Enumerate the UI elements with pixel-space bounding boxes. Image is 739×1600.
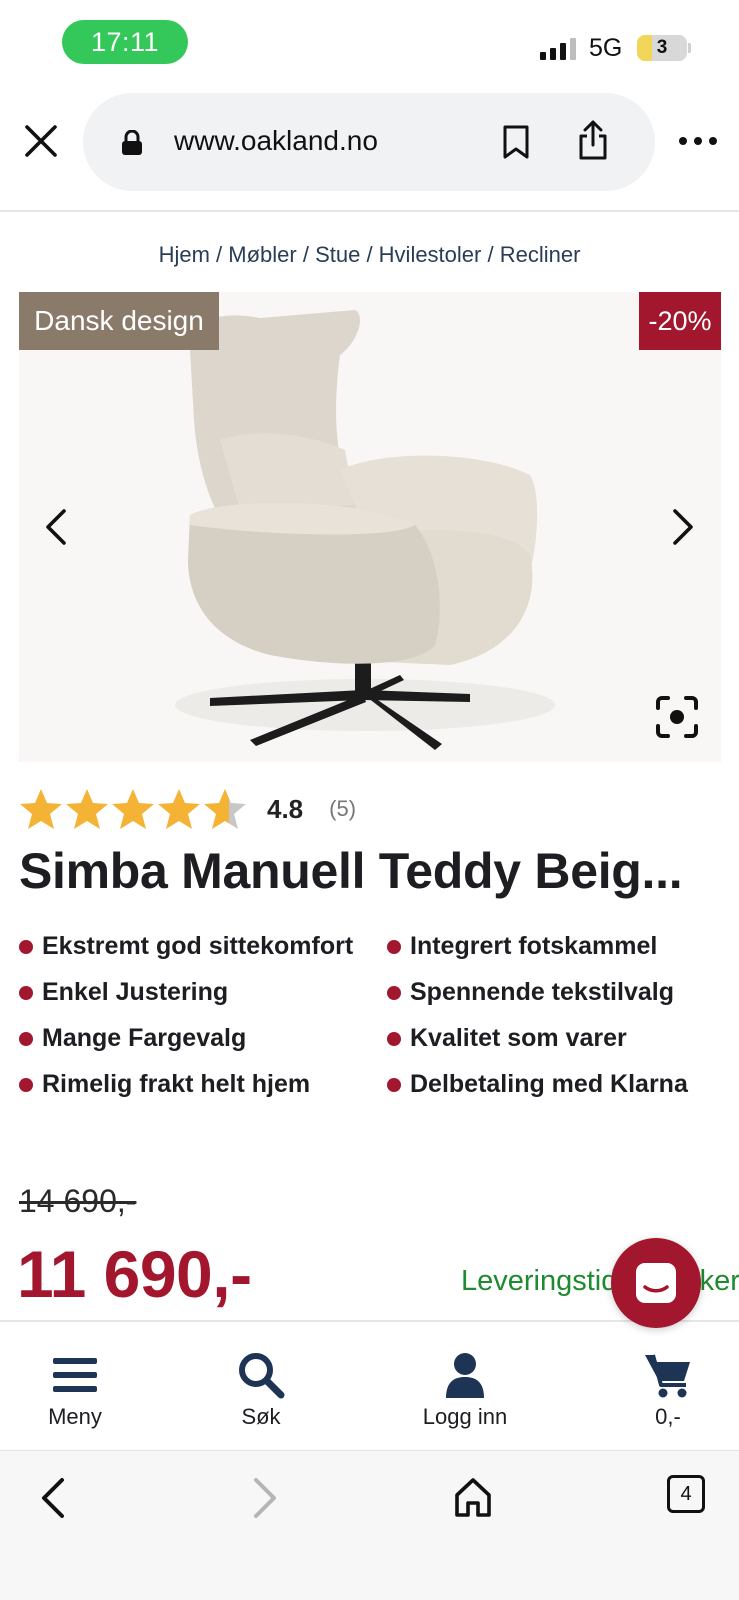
nav-login-label: Logg inn — [422, 1404, 508, 1429]
bullet-dot — [19, 986, 33, 1000]
share-icon[interactable] — [576, 119, 610, 161]
feature-item: Rimelig frakt helt hjem — [19, 1068, 387, 1100]
rating-count[interactable]: (5) — [329, 796, 356, 822]
product-rating[interactable]: 4.8 (5) — [19, 786, 356, 832]
feature-list: Ekstremt god sittekomfort Integrert fots… — [19, 930, 729, 1114]
feature-item: Delbetaling med Klarna — [387, 1068, 729, 1100]
battery-cap — [688, 43, 691, 53]
network-type: 5G — [589, 34, 623, 62]
star-icon — [158, 789, 200, 829]
battery-level: 3 — [656, 37, 668, 58]
nav-search[interactable]: Søk — [226, 1350, 296, 1430]
hamburger-menu-icon — [53, 1358, 97, 1392]
discount-badge: -20% — [639, 292, 721, 350]
status-bar: 17:11 5G 3 — [0, 0, 739, 88]
site-bottom-nav: Meny Søk Logg inn 0,- — [0, 1320, 739, 1450]
browser-address-bar: www.oakland.no — [0, 88, 739, 212]
bullet-dot — [387, 1078, 401, 1092]
lock-icon — [122, 130, 142, 155]
feature-text: Spennende tekstilvalg — [410, 978, 674, 1006]
bullet-dot — [387, 940, 401, 954]
home-icon[interactable] — [453, 1475, 493, 1519]
feature-text: Mange Fargevalg — [42, 1024, 247, 1052]
product-image-chair — [175, 310, 555, 750]
star-icon — [20, 789, 62, 829]
next-image-icon[interactable] — [667, 505, 699, 549]
feature-text: Kvalitet som varer — [410, 1024, 627, 1052]
feature-text: Ekstremt god sittekomfort — [42, 932, 354, 960]
tabs-button[interactable]: 4 — [667, 1475, 705, 1513]
feature-item: Enkel Justering — [19, 976, 387, 1008]
bullet-dot — [387, 986, 401, 1000]
star-icon — [112, 789, 154, 829]
nav-cart-total: 0,- — [655, 1404, 681, 1429]
rating-stars — [19, 787, 247, 831]
bullet-dot — [19, 1032, 33, 1046]
previous-image-icon[interactable] — [40, 505, 72, 549]
nav-cart[interactable]: 0,- — [630, 1350, 706, 1430]
feature-item: Ekstremt god sittekomfort — [19, 930, 387, 962]
bullet-dot — [19, 940, 33, 954]
rating-score: 4.8 — [267, 793, 304, 824]
back-icon[interactable] — [36, 1475, 70, 1521]
feature-text: Enkel Justering — [42, 978, 229, 1006]
feature-text: Integrert fotskammel — [410, 932, 658, 960]
feature-item: Integrert fotskammel — [387, 930, 729, 962]
browser-toolbar: 4 — [0, 1450, 739, 1600]
breadcrumb[interactable]: Hjem / Møbler / Stue / Hvilestoler / Rec… — [0, 242, 739, 268]
url-text: www.oakland.no — [174, 125, 378, 156]
star-icon — [66, 789, 108, 829]
user-icon — [446, 1353, 484, 1398]
nav-search-label: Søk — [241, 1404, 281, 1429]
nav-menu[interactable]: Meny — [40, 1350, 110, 1430]
nav-menu-label: Meny — [48, 1404, 102, 1429]
forward-icon[interactable] — [248, 1475, 282, 1521]
feature-item: Mange Fargevalg — [19, 1022, 387, 1054]
battery-icon: 3 — [637, 35, 687, 61]
feature-text: Rimelig frakt helt hjem — [42, 1070, 311, 1098]
signal-icon — [540, 38, 576, 60]
status-time: 17:11 — [62, 20, 188, 64]
bookmark-icon[interactable] — [501, 124, 531, 160]
design-badge: Dansk design — [19, 292, 219, 350]
close-icon[interactable] — [22, 122, 60, 160]
chat-button[interactable] — [611, 1238, 701, 1328]
url-field[interactable]: www.oakland.no — [83, 93, 655, 191]
current-price: 11 690,- — [17, 1237, 252, 1311]
bullet-dot — [19, 1078, 33, 1092]
feature-item: Kvalitet som varer — [387, 1022, 729, 1054]
chat-icon — [636, 1263, 676, 1303]
fullscreen-icon[interactable] — [654, 694, 700, 740]
feature-item: Spennende tekstilvalg — [387, 976, 729, 1008]
feature-text: Delbetaling med Klarna — [410, 1070, 688, 1098]
old-price: 14 690,- — [19, 1183, 137, 1219]
bullet-dot — [387, 1032, 401, 1046]
product-title: Simba Manuell Teddy Beig... — [19, 843, 683, 899]
search-icon — [239, 1353, 285, 1399]
nav-login[interactable]: Logg inn — [405, 1350, 525, 1430]
more-options-icon[interactable] — [676, 132, 720, 150]
cart-icon — [645, 1354, 690, 1398]
star-half-icon — [204, 789, 246, 829]
